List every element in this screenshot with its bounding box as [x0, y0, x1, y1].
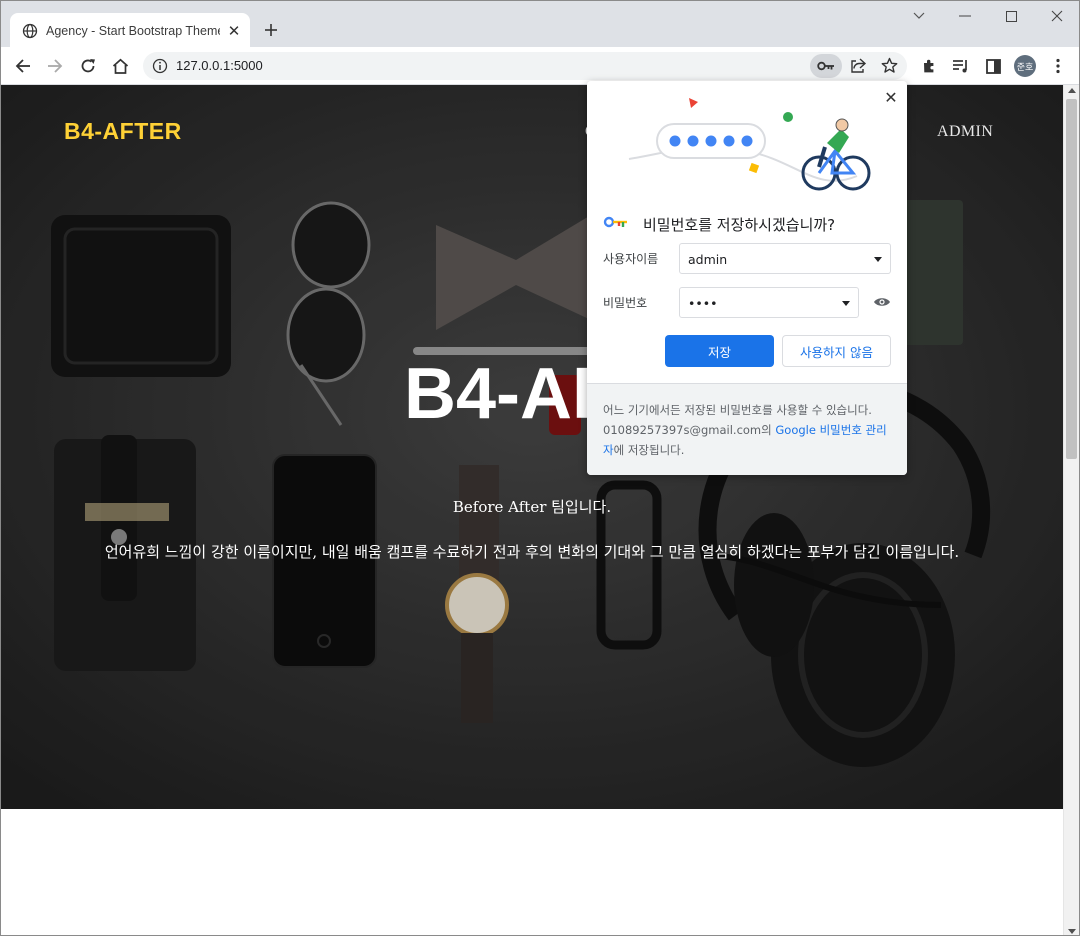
reading-list-icon[interactable] — [948, 53, 974, 79]
dialog-title: 비밀번호를 저장하시겠습니까? — [643, 216, 836, 234]
minimize-icon[interactable] — [953, 6, 977, 26]
password-label: 비밀번호 — [603, 296, 648, 310]
key-icon[interactable] — [810, 54, 842, 78]
plus-icon[interactable] — [261, 20, 281, 40]
forward-icon[interactable] — [42, 53, 68, 79]
side-panel-icon[interactable] — [980, 53, 1006, 79]
share-icon[interactable] — [850, 57, 867, 78]
back-icon[interactable] — [10, 53, 36, 79]
username-value: admin — [688, 252, 728, 267]
scroll-down-icon[interactable] — [1068, 929, 1076, 934]
site-brand[interactable]: B4-AFTER — [64, 118, 182, 145]
home-icon[interactable] — [107, 53, 133, 79]
scroll-thumb[interactable] — [1066, 99, 1077, 459]
address-bar[interactable]: 127.0.0.1:5000 — [143, 52, 907, 80]
scroll-up-icon[interactable] — [1068, 88, 1076, 93]
eye-icon[interactable] — [873, 295, 891, 309]
password-illustration — [628, 98, 871, 191]
password-value: •••• — [688, 296, 718, 311]
footer-text-end: 에 저장됩니다. — [613, 443, 685, 457]
close-icon[interactable]: ✕ — [226, 22, 242, 40]
hero-subheading: Before After 팀입니다. — [452, 498, 612, 516]
tab-strip: Agency - Start Bootstrap Theme ✕ — [1, 1, 1079, 48]
username-label: 사용자이름 — [603, 252, 659, 266]
hero-description: 언어유희 느낌이 강한 이름이지만, 내일 배움 캠프를 수료하기 전과 후의 … — [104, 543, 960, 561]
url-text: 127.0.0.1:5000 — [176, 58, 263, 73]
key-icon — [603, 216, 627, 228]
save-password-dialog: ✕ 비밀번호를 저장하시겠습니까? 사용자이름 admin 비밀번호 •••• … — [587, 81, 907, 475]
dialog-footer: 어느 기기에서든 저장된 비밀번호를 사용할 수 있습니다. 010892573… — [587, 383, 907, 475]
maximize-icon[interactable] — [999, 6, 1023, 26]
dropdown-arrow-icon — [874, 257, 882, 262]
toolbar: 127.0.0.1:5000 준호 — [1, 47, 1079, 85]
tab-title: Agency - Start Bootstrap Theme — [46, 23, 220, 38]
nav-item-admin[interactable]: ADMIN — [937, 123, 993, 141]
tab-agency[interactable]: Agency - Start Bootstrap Theme ✕ — [10, 13, 250, 48]
page-scrollbar[interactable] — [1063, 85, 1079, 935]
never-button[interactable]: 사용하지 않음 — [782, 335, 891, 367]
menu-icon[interactable] — [1045, 53, 1071, 79]
window-close-icon[interactable] — [1045, 6, 1069, 26]
star-icon[interactable] — [881, 57, 898, 78]
browser-window: Agency - Start Bootstrap Theme ✕ 127.0.0… — [0, 0, 1080, 936]
info-icon[interactable] — [152, 58, 168, 78]
dropdown-arrow-icon — [842, 301, 850, 306]
chevron-down-icon[interactable] — [907, 6, 931, 26]
globe-icon — [22, 23, 38, 39]
extensions-icon[interactable] — [916, 53, 942, 79]
profile-avatar[interactable]: 준호 — [1014, 55, 1036, 77]
save-button[interactable]: 저장 — [665, 335, 774, 367]
close-icon[interactable]: ✕ — [881, 87, 901, 107]
reload-icon[interactable] — [75, 53, 101, 79]
username-field[interactable]: admin — [679, 243, 891, 274]
password-field[interactable]: •••• — [679, 287, 859, 318]
